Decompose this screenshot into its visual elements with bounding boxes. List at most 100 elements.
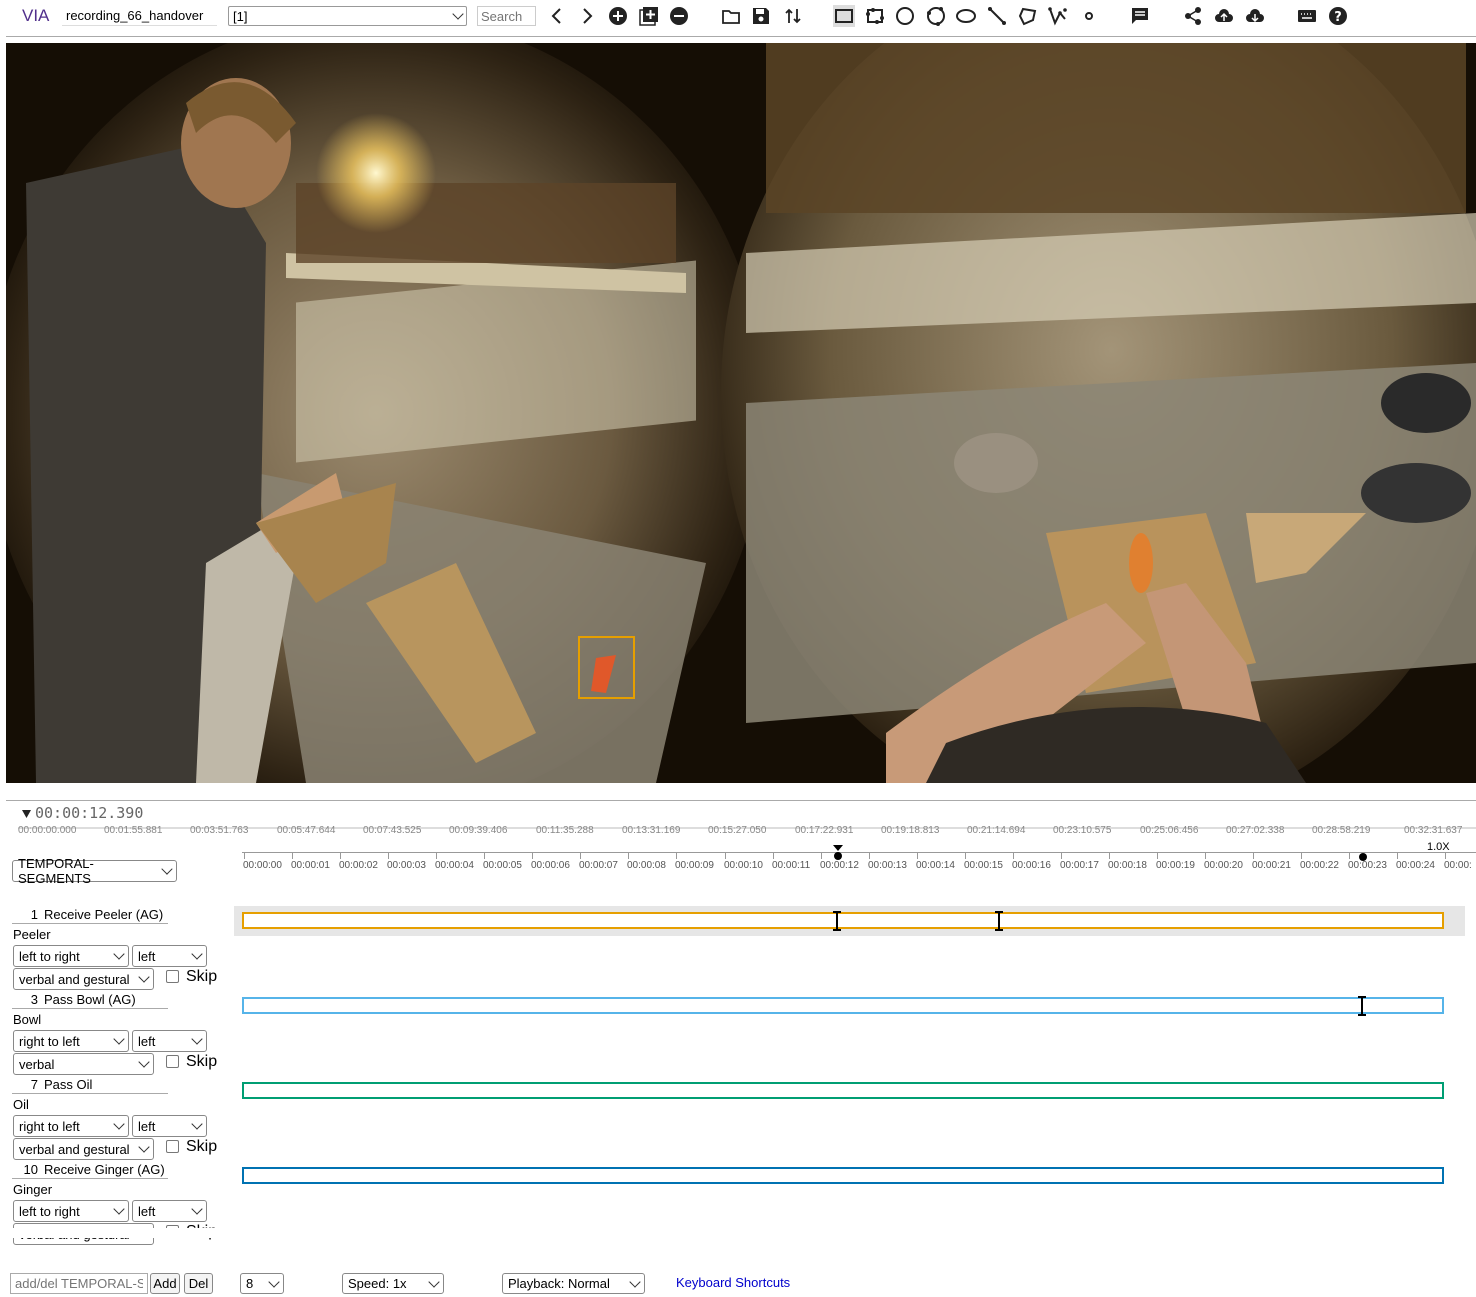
segment-object-label: Oil — [13, 1097, 29, 1112]
fps-select[interactable]: 8 — [240, 1273, 284, 1294]
segment-track[interactable] — [242, 912, 1444, 929]
upload-icon[interactable] — [1213, 5, 1235, 27]
keyboard-shortcuts-link[interactable]: Keyboard Shortcuts — [676, 1275, 790, 1290]
global-tick-label[interactable]: 00:13:31.169 — [622, 825, 680, 836]
local-tick-label: 00:00:15 — [964, 860, 1003, 871]
polyline-tool-icon[interactable] — [1047, 5, 1069, 27]
point-tool-icon[interactable] — [1078, 5, 1100, 27]
chevron-down-icon — [113, 1033, 125, 1045]
download-icon[interactable] — [1244, 5, 1266, 27]
search-input[interactable] — [477, 6, 536, 26]
segment-name[interactable]: 3 Pass Bowl (AG) — [12, 991, 168, 1009]
local-tick-label: 00:00:17 — [1060, 860, 1099, 871]
global-tick-label[interactable]: 00:00:00.000 — [18, 825, 76, 836]
communication-mode-select[interactable]: verbal and gestural — [13, 1138, 154, 1160]
segment-index: 1 — [30, 907, 38, 922]
line-tool-icon[interactable] — [986, 5, 1008, 27]
direction-select[interactable]: left to right — [13, 1200, 129, 1222]
segment-name[interactable]: 7 Pass Oil — [12, 1076, 168, 1094]
communication-mode-select[interactable]: verbal — [13, 1053, 154, 1075]
local-timeline-ruler[interactable] — [242, 852, 1476, 853]
mode-value: verbal and gestural — [19, 1141, 130, 1157]
local-tick-label: 00:00:18 — [1108, 860, 1147, 871]
local-tick-mark — [1109, 852, 1110, 859]
circle-tool-icon[interactable] — [894, 5, 916, 27]
add-multiple-icon[interactable] — [638, 5, 660, 27]
playhead-marker-icon[interactable] — [832, 845, 844, 861]
global-tick-label[interactable]: 00:05:47.644 — [277, 825, 335, 836]
global-timeline-ruler[interactable] — [18, 818, 1476, 829]
local-tick-label: 00:00:12 — [820, 860, 859, 871]
speed-select[interactable]: Speed: 1x — [342, 1273, 444, 1294]
skip-checkbox[interactable] — [166, 970, 179, 983]
segment-marker-icon[interactable] — [1357, 851, 1369, 863]
skip-checkbox[interactable] — [166, 1055, 179, 1068]
segment-name[interactable]: 1 Receive Peeler (AG) — [12, 906, 168, 924]
playback-select[interactable]: Playback: Normal — [502, 1273, 645, 1294]
video-canvas[interactable] — [6, 43, 1476, 783]
local-tick-mark — [965, 852, 966, 859]
hand-value: left — [138, 1033, 156, 1049]
track-cursor[interactable] — [1358, 996, 1366, 1016]
extreme-rect-tool-icon[interactable] — [864, 5, 886, 27]
local-tick-mark — [1349, 852, 1350, 859]
global-tick-label[interactable]: 00:11:35.288 — [536, 825, 594, 836]
direction-select[interactable]: left to right — [13, 945, 129, 967]
segment-index: 3 — [30, 992, 38, 1007]
chevron-down-icon — [191, 1033, 203, 1045]
global-tick-label[interactable]: 00:27:02.338 — [1226, 825, 1284, 836]
global-tick-label[interactable]: 00:01:55.881 — [104, 825, 162, 836]
global-tick-label[interactable]: 00:25:06.456 — [1140, 825, 1198, 836]
next-icon[interactable] — [576, 5, 598, 27]
prev-icon[interactable] — [546, 5, 568, 27]
global-tick-label[interactable]: 00:32:31.637 — [1404, 825, 1462, 836]
attribute-selector[interactable]: TEMPORAL-SEGMENTS — [12, 856, 177, 886]
project-name-input[interactable] — [62, 6, 217, 26]
direction-select[interactable]: right to left — [13, 1030, 129, 1052]
add-file-icon[interactable] — [607, 5, 629, 27]
remove-file-icon[interactable] — [668, 5, 690, 27]
file-selector[interactable]: [1] — [228, 6, 467, 26]
comment-icon[interactable] — [1129, 5, 1151, 27]
segment-id-input[interactable] — [10, 1273, 148, 1294]
global-tick-label[interactable]: 00:07:43.525 — [363, 825, 421, 836]
polygon-tool-icon[interactable] — [1017, 5, 1039, 27]
hand-select[interactable]: left — [132, 1200, 207, 1222]
speed-value: Speed: 1x — [348, 1276, 407, 1291]
direction-select[interactable]: right to left — [13, 1115, 129, 1137]
share-icon[interactable] — [1182, 5, 1204, 27]
hand-select[interactable]: left — [132, 1030, 207, 1052]
segment-track[interactable] — [242, 1167, 1444, 1184]
segment-track[interactable] — [242, 1082, 1444, 1099]
hand-select[interactable]: left — [132, 1115, 207, 1137]
local-tick-mark — [676, 852, 677, 859]
global-tick-label[interactable]: 00:19:18.813 — [881, 825, 939, 836]
track-cursor[interactable] — [833, 911, 841, 931]
global-tick-label[interactable]: 00:15:27.050 — [708, 825, 766, 836]
rect-tool-icon[interactable] — [833, 5, 855, 27]
delete-segment-button[interactable]: Del — [184, 1273, 213, 1294]
ellipse-tool-icon[interactable] — [955, 5, 977, 27]
save-icon[interactable] — [750, 5, 772, 27]
skip-checkbox[interactable] — [166, 1140, 179, 1153]
segment-name[interactable]: 10 Receive Ginger (AG) — [12, 1161, 168, 1179]
segment-label: Pass Bowl (AG) — [44, 992, 136, 1007]
global-tick-label[interactable]: 00:21:14.694 — [967, 825, 1025, 836]
global-tick-label[interactable]: 00:23:10.575 — [1053, 825, 1111, 836]
global-tick-label[interactable]: 00:03:51.763 — [190, 825, 248, 836]
hand-select[interactable]: left — [132, 945, 207, 967]
track-cursor[interactable] — [995, 911, 1003, 931]
sort-icon[interactable] — [782, 5, 804, 27]
open-folder-icon[interactable] — [720, 5, 742, 27]
segment-track[interactable] — [242, 997, 1444, 1014]
global-tick-label[interactable]: 00:17:22.931 — [795, 825, 853, 836]
global-tick-label[interactable]: 00:09:39.406 — [449, 825, 507, 836]
local-tick-label: 00:00:01 — [291, 860, 330, 871]
add-segment-button[interactable]: Add — [150, 1273, 180, 1294]
communication-mode-select[interactable]: verbal and gestural — [13, 968, 154, 990]
extreme-circle-tool-icon[interactable] — [925, 5, 947, 27]
help-icon[interactable]: ? — [1327, 5, 1349, 27]
local-tick-mark — [388, 852, 389, 859]
keyboard-icon[interactable] — [1296, 5, 1318, 27]
global-tick-label[interactable]: 00:28:58.219 — [1312, 825, 1370, 836]
